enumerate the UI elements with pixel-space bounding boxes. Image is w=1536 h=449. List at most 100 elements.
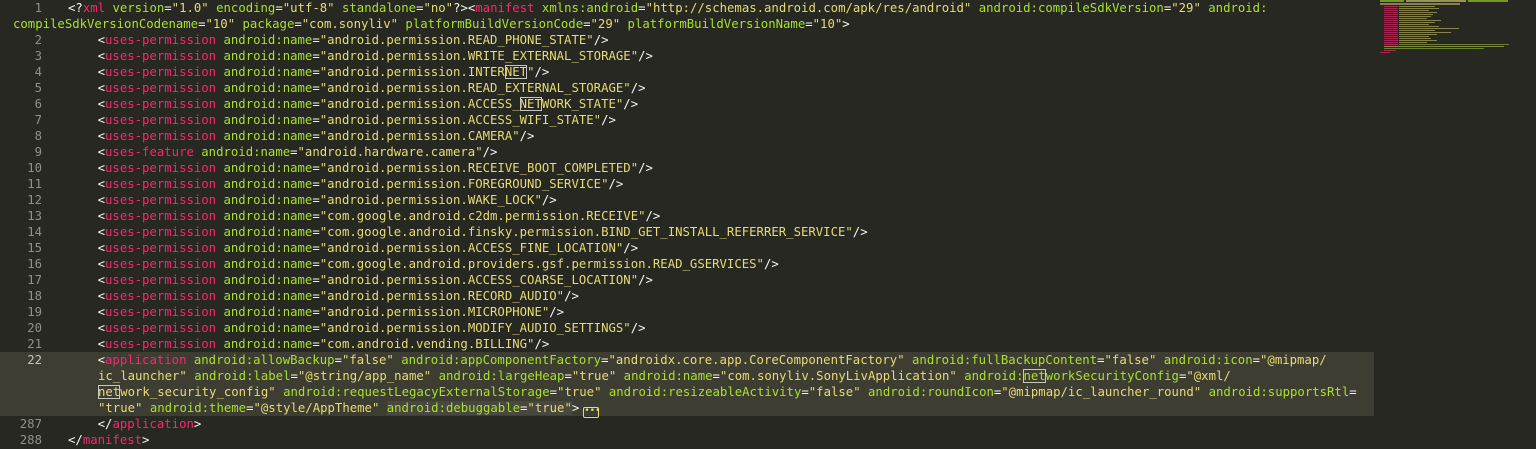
code-line[interactable]: <uses-permission android:name="android.p… bbox=[68, 48, 653, 64]
line-number: 17 bbox=[27, 273, 42, 287]
self-close: /> bbox=[630, 81, 646, 95]
element-tag: uses-permission bbox=[105, 49, 217, 63]
code-editor[interactable]: 1 2 3 4 5 6 7 8 9 10 11 12 13 14 15 16 1… bbox=[0, 0, 1536, 449]
element-tag: uses-permission bbox=[105, 113, 217, 127]
name-value: "android.permission.READ_PHONE_STATE" bbox=[319, 33, 594, 47]
code-line[interactable]: <uses-permission android:name="android.p… bbox=[68, 80, 646, 96]
equals: = bbox=[164, 1, 172, 15]
code-line-288[interactable]: </manifest> bbox=[68, 432, 149, 448]
code-line-22a[interactable]: <application android:allowBackup="false"… bbox=[68, 352, 1327, 368]
self-close: /> bbox=[564, 289, 579, 303]
application-close-tag: application bbox=[112, 417, 194, 431]
xml-decl-tag: xml bbox=[82, 1, 106, 15]
equals: = bbox=[312, 273, 320, 287]
tag-open: < bbox=[97, 65, 106, 79]
line-number: 8 bbox=[34, 129, 42, 143]
element-tag: uses-permission bbox=[105, 321, 217, 335]
tag-open: < bbox=[97, 273, 106, 287]
line-number: 6 bbox=[34, 97, 42, 111]
code-line[interactable]: <uses-permission android:name="com.googl… bbox=[68, 256, 779, 272]
code-line[interactable]: <uses-permission android:name="android.p… bbox=[68, 240, 638, 256]
code-line[interactable]: <uses-permission android:name="android.p… bbox=[68, 288, 579, 304]
code-line[interactable]: <uses-permission android:name="android.p… bbox=[68, 64, 549, 80]
network-security-value-cont: work_security_config" bbox=[120, 385, 276, 399]
name-value: "android.permission.FOREGROUND_SERVICE" bbox=[319, 177, 609, 191]
tag-open: < bbox=[97, 177, 106, 191]
tag-open: < bbox=[97, 321, 106, 335]
code-line-287[interactable]: </application> bbox=[68, 416, 202, 432]
code-line[interactable]: <uses-permission android:name="com.googl… bbox=[68, 224, 868, 240]
code-line[interactable]: <uses-permission android:name="android.p… bbox=[68, 112, 616, 128]
large-heap-value: "true" bbox=[571, 369, 617, 383]
tag-open: < bbox=[97, 257, 106, 271]
supports-rtl-value: "true" bbox=[98, 401, 143, 415]
code-line[interactable]: <uses-permission android:name="android.p… bbox=[68, 176, 624, 192]
name-attr: android:name bbox=[223, 33, 313, 47]
name-value: "com.android.vending.BILLING" bbox=[319, 337, 535, 351]
name-value: "android.permission.ACCESS_ bbox=[319, 97, 520, 111]
search-match-highlight: NET bbox=[519, 97, 542, 111]
code-line[interactable]: <uses-permission android:name="android.p… bbox=[68, 272, 653, 288]
code-line-1b[interactable]: compileSdkVersionCodename="10" package="… bbox=[13, 16, 850, 32]
manifest-close-tag: manifest bbox=[82, 433, 143, 447]
allow-backup-attr: android:allowBackup bbox=[193, 353, 335, 367]
app-component-factory-attr: android:appComponentFactory bbox=[401, 353, 602, 367]
version-value: "1.0" bbox=[171, 1, 209, 15]
fold-ellipsis-icon[interactable]: ••• bbox=[583, 407, 601, 418]
element-tag: uses-permission bbox=[105, 65, 217, 79]
network-security-attr-prefix: android: bbox=[964, 369, 1024, 383]
code-line[interactable]: <uses-permission android:name="android.p… bbox=[68, 96, 638, 112]
element-tag: uses-permission bbox=[105, 193, 217, 207]
equals: = bbox=[312, 193, 320, 207]
equals: = bbox=[312, 49, 320, 63]
supports-rtl-attr: android:supportsRtl bbox=[1208, 385, 1350, 399]
code-line[interactable]: <uses-permission android:name="android.p… bbox=[68, 320, 646, 336]
equals: = bbox=[1349, 385, 1357, 399]
code-line[interactable]: <uses-permission android:name="com.andro… bbox=[68, 336, 550, 352]
allow-backup-value: "false" bbox=[341, 353, 394, 367]
compile-sdk-version-attr: android:compileSdkVersion bbox=[978, 1, 1164, 15]
minimap[interactable] bbox=[1376, 0, 1536, 60]
tag-open: < bbox=[97, 225, 106, 239]
tag-open: < bbox=[97, 97, 106, 111]
code-line[interactable]: <uses-feature android:name="android.hard… bbox=[68, 144, 498, 160]
self-close: /> bbox=[638, 49, 653, 63]
line-number-gutter: 1 2 3 4 5 6 7 8 9 10 11 12 13 14 15 16 1… bbox=[0, 0, 62, 449]
equals: = bbox=[290, 145, 298, 159]
line-number: 14 bbox=[27, 225, 42, 239]
code-line-1a[interactable]: <?xml version="1.0" encoding="utf-8" sta… bbox=[68, 0, 1268, 16]
code-line[interactable]: <uses-permission android:name="android.p… bbox=[68, 192, 557, 208]
name-attr: android:name bbox=[223, 81, 313, 95]
code-line[interactable]: <uses-permission android:name="com.googl… bbox=[68, 208, 661, 224]
element-tag: uses-permission bbox=[105, 129, 217, 143]
code-line[interactable]: <uses-permission android:name="android.p… bbox=[68, 128, 535, 144]
code-line[interactable]: <uses-permission android:name="android.p… bbox=[68, 160, 653, 176]
resizeable-activity-value: "false" bbox=[808, 385, 861, 399]
tag-close: > bbox=[193, 417, 202, 431]
code-line-22c[interactable]: network_security_config" android:request… bbox=[98, 384, 1357, 400]
code-line-22b[interactable]: ic_launcher" android:label="@string/app_… bbox=[98, 368, 1231, 384]
element-tag: uses-permission bbox=[105, 241, 217, 255]
code-line-22d[interactable]: "true" android:theme="@style/AppTheme" a… bbox=[98, 400, 601, 418]
name-attr: android:name bbox=[223, 321, 313, 335]
element-tag: uses-permission bbox=[105, 97, 217, 111]
name-value: "android.permission.INTER bbox=[319, 65, 505, 79]
equals: = bbox=[312, 257, 320, 271]
code-line[interactable]: <uses-permission android:name="android.p… bbox=[68, 32, 609, 48]
code-line[interactable]: <uses-permission android:name="android.p… bbox=[68, 304, 564, 320]
name-value: "android.permission.MICROPHONE" bbox=[319, 305, 550, 319]
equals: = bbox=[312, 321, 320, 335]
self-close: /> bbox=[534, 337, 550, 351]
